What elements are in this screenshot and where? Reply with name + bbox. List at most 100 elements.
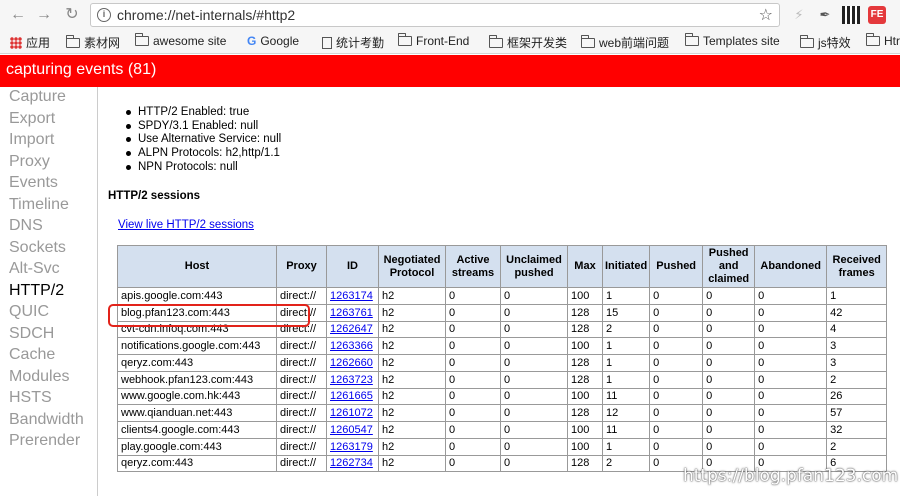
table-cell: 0 — [702, 320, 756, 339]
table-cell: 0 — [445, 354, 501, 372]
session-id-link[interactable]: 1262647 — [330, 323, 373, 335]
table-cell: h2 — [378, 404, 446, 422]
table-cell: 0 — [500, 437, 568, 456]
session-id-link[interactable]: 1261072 — [330, 407, 373, 419]
view-live-sessions-link[interactable]: View live HTTP/2 sessions — [118, 219, 254, 231]
table-cell: 128 — [567, 404, 603, 422]
session-id-link[interactable]: 1260547 — [330, 424, 373, 436]
folder-icon — [66, 35, 80, 48]
sidebar-item-timeline[interactable]: Timeline — [0, 195, 97, 217]
session-id-link[interactable]: 1261665 — [330, 390, 373, 402]
bookmark-web-qianduan[interactable]: web前端问题 — [581, 34, 669, 51]
column-header: Negotiated Protocol — [378, 245, 446, 288]
table-cell: direct:// — [276, 387, 327, 406]
sidebar-item-import[interactable]: Import — [0, 130, 97, 152]
http2-info-list: HTTP/2 Enabled: true SPDY/3.1 Enabled: nu… — [126, 106, 281, 175]
bookmark-js-texiao[interactable]: js特效 — [800, 34, 851, 51]
info-icon[interactable]: i — [97, 8, 111, 22]
table-cell: 128 — [567, 454, 603, 473]
sidebar-item-modules[interactable]: Modules — [0, 367, 97, 389]
apps-icon — [10, 37, 22, 49]
table-cell: 0 — [649, 320, 704, 339]
table-cell: 0 — [500, 287, 568, 305]
sidebar-item-sockets[interactable]: Sockets — [0, 238, 97, 260]
table-cell: 0 — [649, 337, 704, 355]
bookmark-htr[interactable]: Htr — [866, 33, 900, 48]
session-id-link[interactable]: 1262660 — [330, 357, 373, 369]
sidebar-item-events[interactable]: Events — [0, 173, 97, 195]
table-cell: 32 — [826, 421, 888, 439]
sidebar-item-export[interactable]: Export — [0, 109, 97, 131]
forward-icon[interactable]: → — [34, 5, 54, 25]
table-cell: 1261665 — [326, 387, 379, 406]
sidebar-nav: Capture Export Import Proxy Events Timeline DN… — [0, 87, 98, 496]
sidebar-item-proxy[interactable]: Proxy — [0, 152, 97, 174]
reload-icon[interactable]: ↻ — [62, 5, 82, 25]
table-cell: 15 — [601, 303, 651, 322]
column-header: Pushed — [649, 245, 704, 288]
table-cell: 3 — [826, 354, 888, 372]
back-icon[interactable]: ← — [8, 5, 28, 25]
sidebar-item-sdch[interactable]: SDCH — [0, 324, 97, 346]
folder-icon — [866, 33, 880, 46]
fe-extension-icon[interactable]: FE — [868, 6, 886, 24]
bookmark-apps[interactable]: 应用 — [10, 34, 50, 51]
table-cell: 1260547 — [326, 421, 379, 439]
bookmark-templates-site[interactable]: Templates site — [685, 33, 780, 48]
bookmark-sucaiwang[interactable]: 素材网 — [66, 34, 120, 51]
column-header: ID — [326, 245, 379, 288]
table-cell: 0 — [702, 387, 756, 406]
folder-icon — [398, 33, 412, 46]
table-cell: h2 — [378, 421, 446, 439]
folder-icon — [489, 35, 503, 48]
session-id-link[interactable]: 1263174 — [330, 290, 373, 302]
bookmark-google[interactable]: G Google — [247, 34, 299, 48]
session-id-link[interactable]: 1263723 — [330, 374, 373, 386]
bookmark-tongji[interactable]: 统计考勤 — [322, 34, 384, 51]
table-cell: direct:// — [276, 320, 327, 339]
table-cell: 0 — [649, 387, 704, 406]
star-icon[interactable]: ☆ — [759, 5, 773, 25]
table-cell: 1 — [601, 370, 651, 389]
qr-code-icon[interactable] — [842, 6, 860, 24]
column-header: Unclaimed pushed — [500, 245, 568, 288]
url-text[interactable]: chrome://net-internals/#http2 — [117, 7, 295, 23]
sidebar-item-cache[interactable]: Cache — [0, 345, 97, 367]
eyedropper-icon[interactable]: ✒ — [816, 6, 834, 24]
session-id-link[interactable]: 1262734 — [330, 457, 373, 469]
table-row: notifications.google.com:443 direct://126… — [117, 337, 888, 355]
session-id-link[interactable]: 1263179 — [330, 441, 373, 453]
table-cell: 57 — [826, 404, 888, 422]
table-row: www.google.com.hk:443 direct://1261665 h2 0… — [117, 387, 888, 406]
folder-icon — [685, 33, 699, 46]
table-cell: 0 — [702, 287, 756, 305]
info-item: Use Alternative Service: null — [126, 133, 281, 147]
folder-icon — [800, 35, 814, 48]
lightning-icon[interactable]: ⚡ — [790, 6, 808, 24]
sidebar-item-bandwidth[interactable]: Bandwidth — [0, 410, 97, 432]
browser-toolbar: ← → ↻ i chrome://net-internals/#http2 ☆ … — [0, 0, 900, 30]
sidebar-item-quic[interactable]: QUIC — [0, 302, 97, 324]
table-cell: apis.google.com:443 — [117, 287, 277, 305]
bookmark-kuangjia[interactable]: 框架开发类 — [489, 34, 567, 51]
sidebar-item-dns[interactable]: DNS — [0, 216, 97, 238]
sidebar-item-capture[interactable]: Capture — [0, 87, 97, 109]
sidebar-item-alt-svc[interactable]: Alt-Svc — [0, 259, 97, 281]
bookmark-front-end[interactable]: Front-End — [398, 33, 469, 48]
sidebar-item-http-2[interactable]: HTTP/2 — [0, 281, 97, 303]
table-cell: 0 — [445, 454, 501, 473]
table-cell: 0 — [649, 354, 704, 372]
session-id-link[interactable]: 1263761 — [330, 307, 373, 319]
session-id-link[interactable]: 1263366 — [330, 340, 373, 352]
table-cell: 0 — [649, 303, 704, 322]
watermark: https://blog.pfan123.com — [683, 466, 899, 486]
address-bar[interactable]: i chrome://net-internals/#http2 ☆ — [90, 3, 780, 27]
sidebar-item-prerender[interactable]: Prerender — [0, 431, 97, 453]
capture-status-bar: capturing events (81) — [0, 55, 900, 87]
table-cell: 0 — [649, 404, 704, 422]
table-cell: qeryz.com:443 — [117, 454, 277, 473]
table-cell: 0 — [500, 303, 568, 322]
bookmark-awesome-site[interactable]: awesome site — [135, 33, 226, 48]
sidebar-item-hsts[interactable]: HSTS — [0, 388, 97, 410]
table-cell: 128 — [567, 303, 603, 322]
